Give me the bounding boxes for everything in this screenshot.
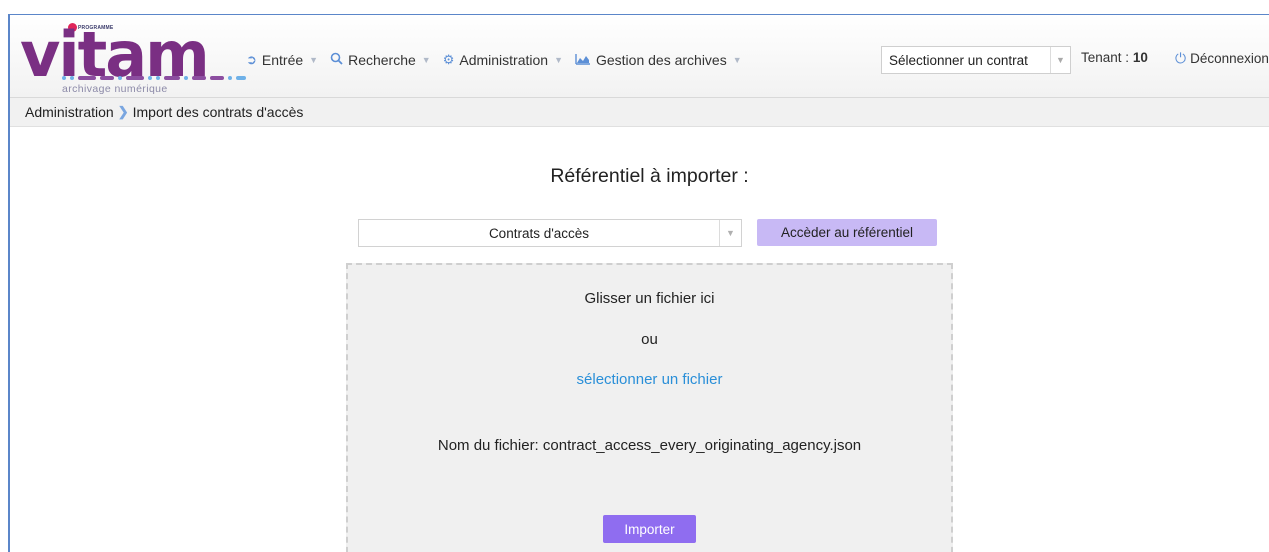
page-title: Référentiel à importer : xyxy=(550,165,749,187)
sign-in-icon: ➲ xyxy=(246,52,257,67)
referential-select-value: Contrats d'accès xyxy=(488,225,590,241)
logout-label: Déconnexion xyxy=(1190,51,1269,66)
top-header: PROGRAMME vitam archivage numérique ➲ En… xyxy=(10,15,1269,98)
tenant-value: 10 xyxy=(1132,50,1148,65)
nav-recherche-label: Recherche xyxy=(348,52,416,68)
nav-entree-label: Entrée xyxy=(261,52,304,68)
main-nav: ➲ Entrée ▼ Recherche ▼ ⚙ Administration … xyxy=(246,50,754,70)
caret-down-icon: ▼ xyxy=(554,55,563,65)
chevron-right-icon: ❯ xyxy=(117,104,129,119)
contract-select-value: Sélectionner un contrat xyxy=(889,52,1028,68)
breadcrumb-current: Import des contrats d'accès xyxy=(132,104,304,120)
nav-gestion-archives-label: Gestion des archives xyxy=(595,52,727,68)
dropzone-or: ou xyxy=(641,331,658,348)
chevron-down-icon[interactable]: ▼ xyxy=(719,220,741,246)
logo-tagline: archivage numérique xyxy=(62,83,168,95)
referential-select[interactable]: Contrats d'accès ▼ xyxy=(358,219,742,247)
breadcrumb: Administration ❯ Import des contrats d'a… xyxy=(10,98,1269,127)
caret-down-icon: ▼ xyxy=(421,55,431,65)
chevron-down-icon[interactable]: ▼ xyxy=(1050,47,1070,73)
selected-filename: Nom du fichier: contract_access_every_or… xyxy=(437,437,862,454)
select-file-link[interactable]: sélectionner un fichier xyxy=(348,371,951,388)
dropzone-instruction: Glisser un fichier ici xyxy=(584,290,715,307)
power-icon: ⏻ xyxy=(1175,50,1187,66)
breadcrumb-root[interactable]: Administration xyxy=(25,104,114,120)
nav-administration-label: Administration xyxy=(459,52,549,68)
caret-down-icon: ▼ xyxy=(309,55,319,65)
tenant-indicator: Tenant : 10 xyxy=(1081,50,1148,65)
tenant-label: Tenant : xyxy=(1081,50,1130,65)
chart-icon xyxy=(575,53,591,68)
vitam-logo[interactable]: PROGRAMME vitam archivage numérique xyxy=(18,16,246,98)
logo-dashes xyxy=(62,76,246,80)
caret-down-icon: ▼ xyxy=(732,55,742,65)
nav-entree[interactable]: ➲ Entrée ▼ xyxy=(246,52,318,68)
import-button[interactable]: Importer xyxy=(603,515,696,543)
nav-administration[interactable]: ⚙ Administration ▼ xyxy=(443,52,563,68)
gears-icon: ⚙ xyxy=(442,52,455,67)
contract-select[interactable]: Sélectionner un contrat ▼ xyxy=(881,46,1071,74)
search-icon xyxy=(330,52,343,68)
file-dropzone[interactable]: Glisser un fichier ici ou sélectionner u… xyxy=(346,263,953,552)
nav-recherche[interactable]: Recherche ▼ xyxy=(330,52,431,68)
nav-gestion-archives[interactable]: Gestion des archives ▼ xyxy=(575,52,742,68)
access-referential-button[interactable]: Accèder au référentiel xyxy=(757,219,937,246)
logout-button[interactable]: ⏻ Déconnexion xyxy=(1175,50,1269,67)
